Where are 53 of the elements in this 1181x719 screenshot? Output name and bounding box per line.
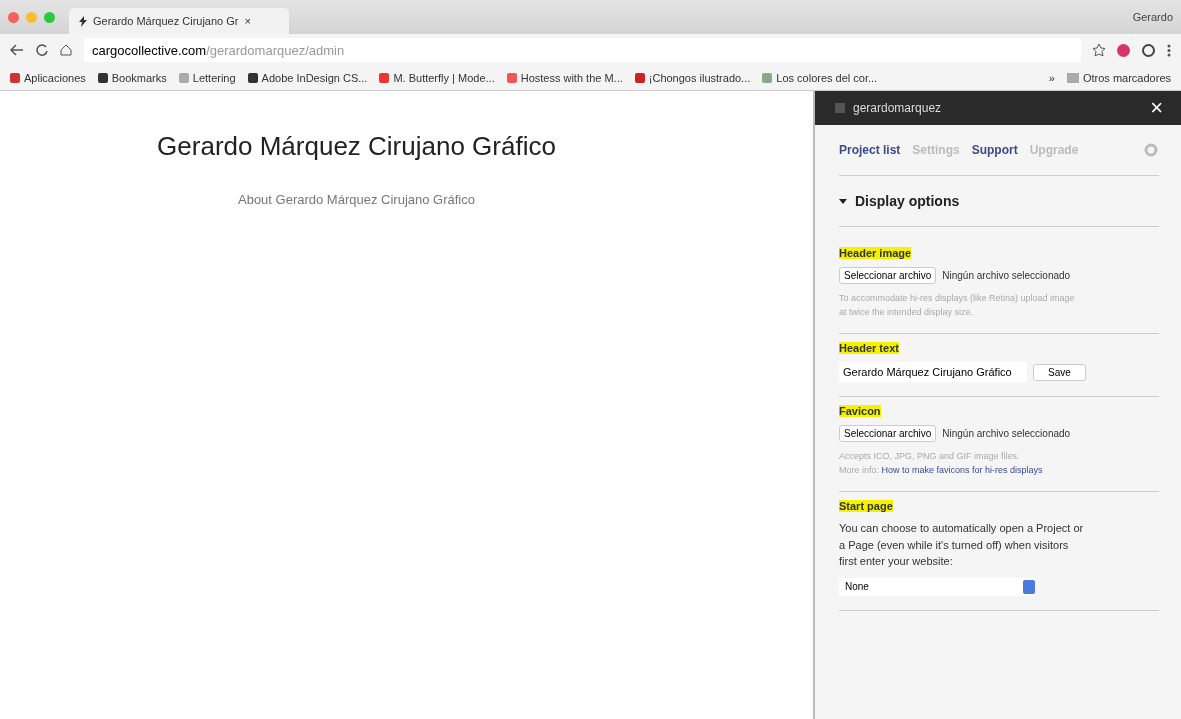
close-button[interactable]: ×: [1144, 94, 1169, 122]
bolt-icon: [79, 15, 87, 27]
bookmark[interactable]: Los colores del cor...: [762, 72, 878, 84]
section-title: Display options: [855, 193, 960, 209]
bookmark[interactable]: M. Butterfly | Mode...: [379, 72, 495, 84]
browser-tab[interactable]: Gerardo Márquez Cirujano Gr ×: [69, 8, 289, 34]
choose-file-button[interactable]: Seleccionar archivo: [839, 267, 937, 284]
bookmark-favicon-icon: [97, 73, 108, 83]
section-label: Header image: [839, 247, 912, 259]
help-link[interactable]: How to make favicons for hi-res displays: [881, 464, 1043, 475]
avatar-icon: [835, 103, 845, 113]
home-icon[interactable]: [60, 44, 72, 56]
start-page-description: You can choose to automatically open a Project or a Page (even while it's turned off) when visitors first enter your website:: [839, 521, 1085, 569]
bookmark[interactable]: Aplicaciones: [10, 72, 86, 84]
hint-text: To accommodate hi-res displays (like Retina) upload image at twice the intended display size.: [839, 292, 1076, 319]
bookmark-favicon-icon: [178, 73, 189, 83]
hint-text: Accepts ICO, JPG, PNG and GIF image files. More info: How to make favicons for hi-res displays: [839, 450, 1044, 477]
bookmark[interactable]: Bookmarks: [97, 72, 167, 84]
username: gerardomarquez: [853, 101, 942, 115]
menu-icon[interactable]: [1167, 43, 1171, 57]
profile-name[interactable]: Gerardo: [1132, 11, 1173, 23]
star-icon[interactable]: [1093, 44, 1105, 56]
more-bookmarks[interactable]: »: [1048, 72, 1055, 84]
file-status: Ningún archivo seleccionado: [942, 270, 1071, 281]
site-title: Gerardo Márquez Cirujano Gráfico: [157, 131, 556, 162]
start-page-select[interactable]: None: [839, 577, 1035, 596]
other-bookmarks[interactable]: Otros marcadores: [1066, 72, 1171, 84]
folder-icon: [1066, 73, 1079, 83]
file-status: Ningún archivo seleccionado: [942, 428, 1071, 439]
bookmark-favicon-icon: [379, 73, 390, 83]
bookmark[interactable]: Hostess with the M...: [506, 72, 623, 84]
about-link[interactable]: About Gerardo Márquez Cirujano Gráfico: [238, 192, 475, 207]
panel-tab[interactable]: Project list: [839, 143, 901, 157]
bookmark-favicon-icon: [247, 73, 258, 83]
address-bar[interactable]: cargocollective.com/gerardomarquez/admin: [84, 38, 1081, 62]
section-label: Header text: [839, 342, 899, 354]
choose-file-button[interactable]: Seleccionar archivo: [839, 425, 937, 442]
bookmark[interactable]: ¡Chongos ilustrado...: [634, 72, 751, 84]
reload-icon[interactable]: [36, 44, 48, 56]
section-label: Favicon: [839, 405, 881, 417]
disclosure-icon[interactable]: [839, 197, 847, 205]
bookmark[interactable]: Adobe InDesign CS...: [247, 72, 368, 84]
header-text-field[interactable]: Gerardo Márquez Cirujano Gráfico: [839, 362, 1027, 382]
save-button[interactable]: Save: [1033, 363, 1086, 381]
back-icon[interactable]: [10, 44, 24, 56]
bookmark-favicon-icon: [506, 73, 517, 83]
bookmark-favicon-icon: [634, 73, 645, 83]
tab-close-button[interactable]: ×: [244, 15, 251, 27]
section-label: Start page: [839, 500, 893, 512]
bookmark[interactable]: Lettering: [178, 72, 236, 84]
bookmark-favicon-icon: [762, 73, 773, 83]
panel-tab[interactable]: Support: [971, 143, 1018, 157]
bookmark-favicon-icon: [10, 73, 20, 83]
